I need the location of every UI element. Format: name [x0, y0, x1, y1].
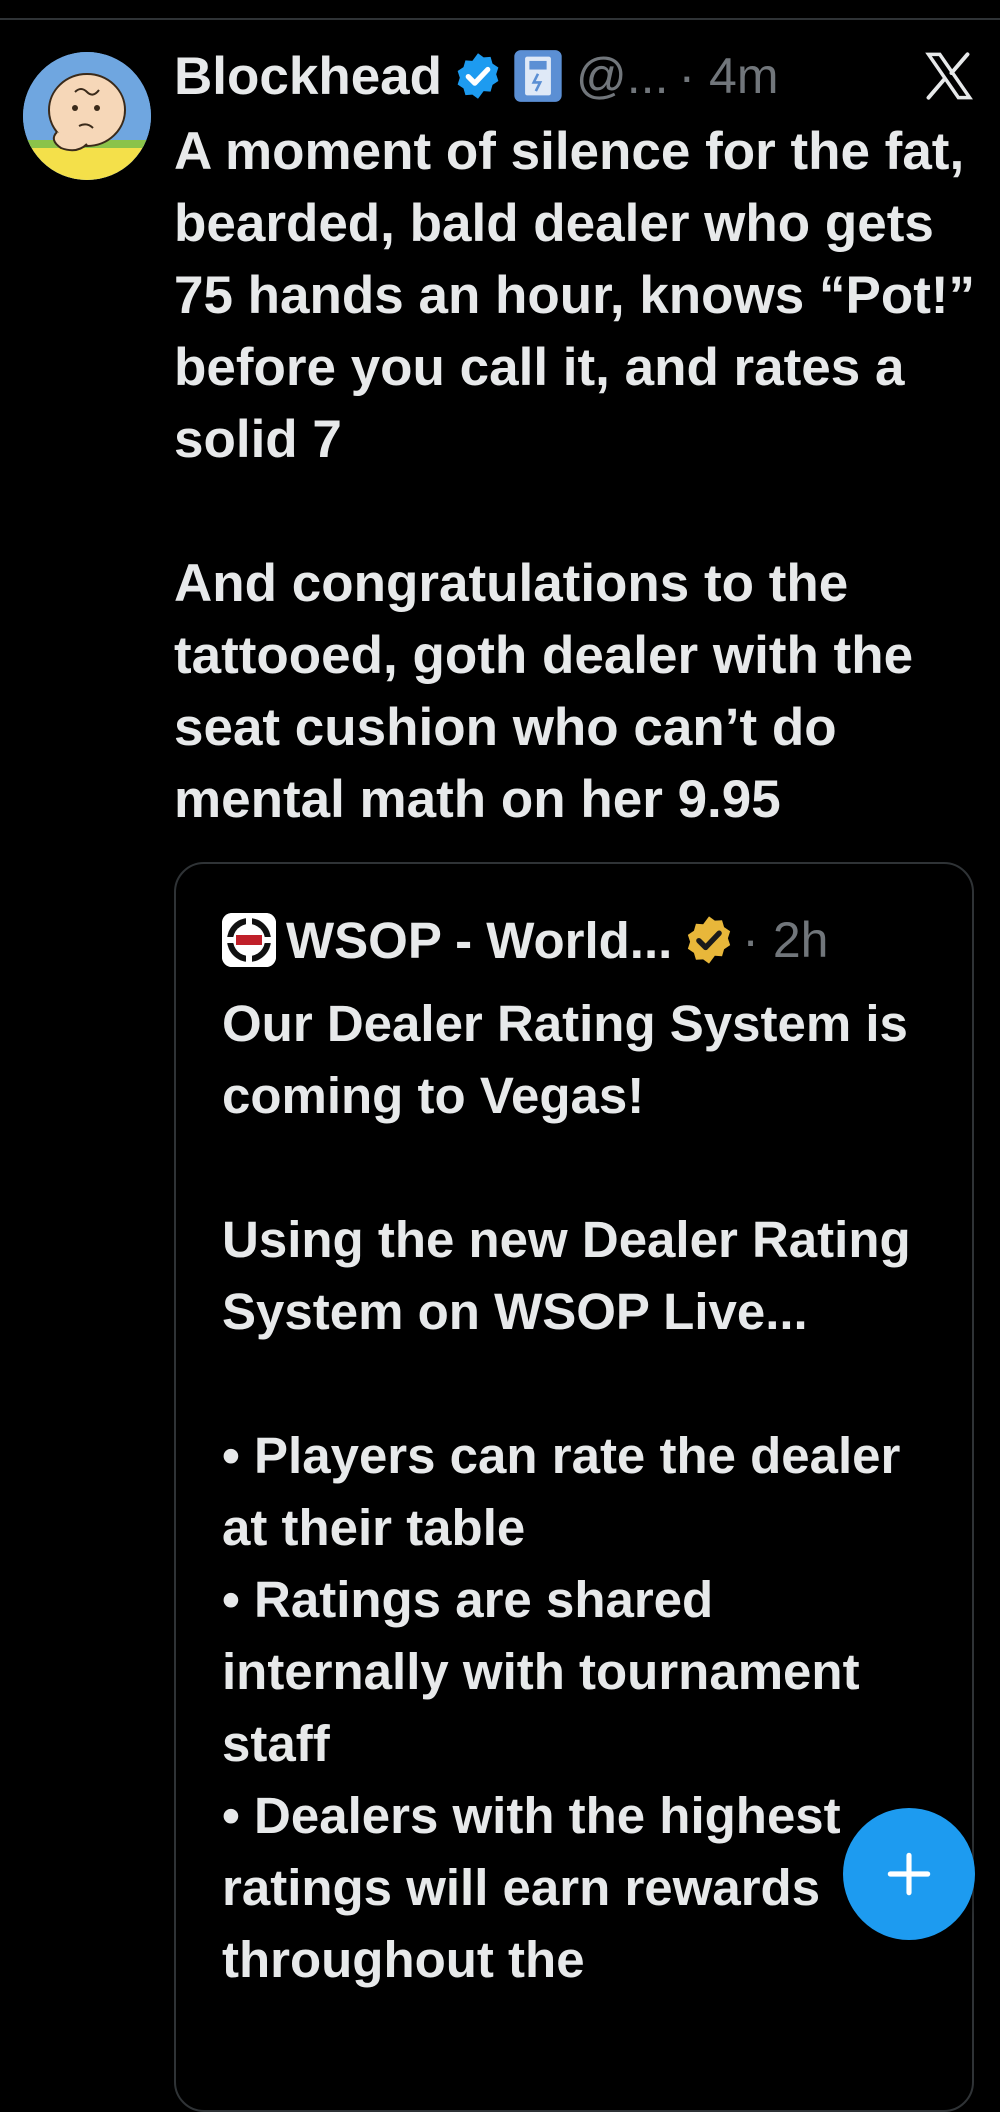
tweet-text: A moment of silence for the fat, bearded…	[174, 116, 984, 836]
quoted-tweet-text: Our Dealer Rating System is coming to Ve…	[222, 988, 942, 1996]
quoted-tweet-time[interactable]: · 2h	[742, 911, 828, 969]
tweet-paragraph: And congratulations to the tattooed, got…	[174, 554, 914, 829]
author-name[interactable]: Blockhead	[174, 46, 442, 107]
top-divider	[0, 18, 1000, 20]
verified-badge-icon	[457, 53, 499, 99]
quoted-line: • Dealers with the highest ratings will …	[222, 1787, 841, 1988]
tweet-time[interactable]: · 4m	[678, 47, 778, 105]
compose-button[interactable]	[843, 1808, 975, 1940]
quoted-author-name[interactable]: WSOP - World...	[286, 911, 672, 970]
quoted-line: • Players can rate the dealer at their t…	[222, 1427, 901, 1556]
affiliate-badge-icon	[514, 50, 562, 102]
tweet-header: Blockhead @... · 4m	[174, 46, 778, 106]
tweet-paragraph: A moment of silence for the fat, bearded…	[174, 122, 976, 469]
gold-verified-badge-icon	[688, 916, 731, 964]
author-avatar[interactable]	[23, 52, 151, 180]
plus-icon	[887, 1852, 931, 1896]
quoted-line: Using the new Dealer Rating System on WS…	[222, 1211, 911, 1340]
x-close-icon[interactable]	[922, 50, 974, 102]
quoted-line: • Ratings are shared internally with tou…	[222, 1571, 860, 1772]
wsop-logo-icon	[222, 913, 276, 967]
quoted-tweet-header: WSOP - World... · 2h	[222, 910, 828, 970]
quoted-line: Our Dealer Rating System is coming to Ve…	[222, 995, 908, 1124]
avatar-image	[23, 52, 151, 180]
quoted-tweet-card[interactable]: WSOP - World... · 2h Our Dealer Rating S…	[174, 862, 974, 2112]
author-handle[interactable]: @...	[576, 47, 668, 105]
